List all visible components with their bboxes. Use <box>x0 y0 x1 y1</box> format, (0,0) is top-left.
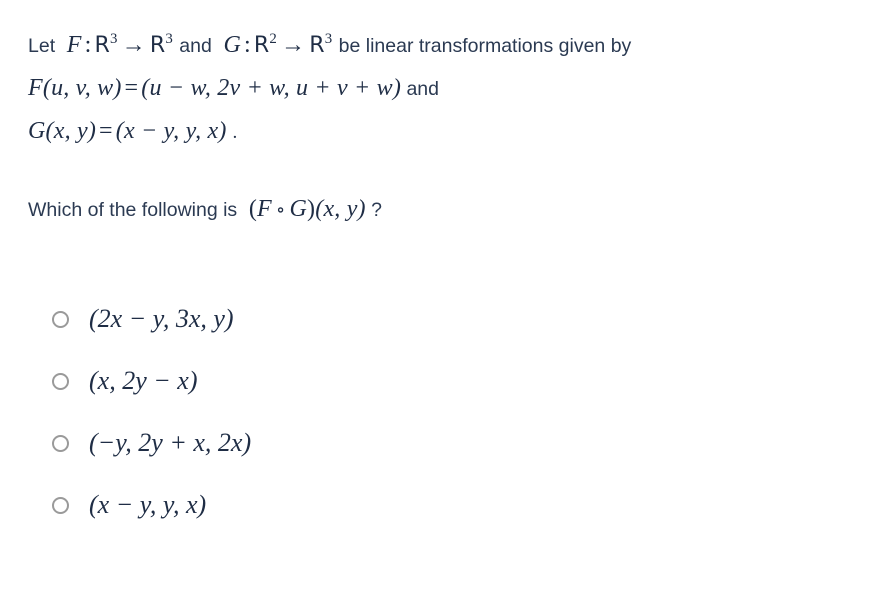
f-arguments: (u, v, w) <box>42 75 122 101</box>
equals-symbol: = <box>124 75 139 101</box>
f-symbol-def: F <box>28 75 43 101</box>
math-g-definition: G(x, y) = (x − y, y, x). <box>28 118 238 144</box>
colon-symbol: : <box>84 32 92 58</box>
radio-button-icon-d[interactable] <box>52 496 69 514</box>
composition-g-symbol: G <box>289 196 308 222</box>
f-output-tuple: (u − w, 2v + w, u + v + w) <box>141 75 402 101</box>
answer-options-list: (2x − y, 3x, y) (x, 2y − x) (−y, 2y + x,… <box>52 288 752 536</box>
stem-line-1: Let F: R3 → R3 and G: R2 → R3 be linear transf… <box>28 25 868 66</box>
problem-statement: Let F: R3 → R3 and G: R2 → R3 be linear transf… <box>28 25 868 153</box>
reals-symbol-g-codomain: R <box>309 33 325 58</box>
composition-ring-icon: ∘ <box>275 200 286 221</box>
stem-lead-word: Let <box>28 35 56 57</box>
math-f-definition: F(u, v, w) = (u − w, 2v + w, u + v + w) <box>28 75 401 101</box>
g-symbol-def: G <box>28 118 46 144</box>
f-codomain-exponent: 3 <box>165 31 174 47</box>
radio-button-icon-c[interactable] <box>52 434 69 452</box>
stem-conjunction: and <box>179 35 212 57</box>
radio-button-icon-a[interactable] <box>52 310 69 328</box>
question-prompt: Which of the following is (F ∘ G)(x, y) ? <box>28 196 382 223</box>
reals-symbol-f-domain: R <box>94 33 111 58</box>
radio-button-icon-b[interactable] <box>52 372 69 390</box>
g-domain-exponent: 2 <box>269 31 278 47</box>
g-output-tuple: (x − y, y, x) <box>115 118 227 144</box>
option-row-b[interactable]: (x, 2y − x) <box>52 350 752 412</box>
composition-f-symbol: F <box>257 196 272 222</box>
sentence-period: . <box>232 122 238 143</box>
option-row-c[interactable]: (−y, 2y + x, 2x) <box>52 412 752 474</box>
question-prefix-text: Which of the following is <box>28 199 238 221</box>
option-label-d[interactable]: (x − y, y, x) <box>89 490 206 520</box>
question-page: Let F: R3 → R3 and G: R2 → R3 be linear transf… <box>0 0 886 591</box>
option-label-a[interactable]: (2x − y, 3x, y) <box>89 304 234 334</box>
math-f-signature: F: R3 → R3 <box>61 32 180 58</box>
equals-symbol-2: = <box>99 118 113 144</box>
math-composition-expression: (F ∘ G)(x, y) <box>248 196 366 222</box>
arrow-icon-2: → <box>281 32 306 58</box>
stem-line-3: G(x, y) = (x − y, y, x). <box>28 111 868 153</box>
g-codomain-exponent: 3 <box>324 31 333 47</box>
stem-line2-trailing-word: and <box>406 78 439 100</box>
reals-symbol-f-codomain: R <box>149 33 166 58</box>
option-row-a[interactable]: (2x − y, 3x, y) <box>52 288 752 350</box>
option-label-c[interactable]: (−y, 2y + x, 2x) <box>89 428 251 458</box>
option-row-d[interactable]: (x − y, y, x) <box>52 474 752 536</box>
f-symbol: F <box>66 32 82 58</box>
math-g-signature: G: R2 → R3 <box>217 32 338 58</box>
composition-variables: (x, y) <box>315 196 366 222</box>
g-symbol: G <box>223 32 241 58</box>
g-arguments: (x, y) <box>45 118 97 144</box>
question-mark: ? <box>371 199 383 221</box>
f-domain-exponent: 3 <box>110 31 118 47</box>
reals-symbol-g-domain: R <box>253 33 270 58</box>
stem-line-2: F(u, v, w) = (u − w, 2v + w, u + v + w) an… <box>28 68 868 109</box>
option-label-b[interactable]: (x, 2y − x) <box>89 366 197 396</box>
colon-symbol-2: : <box>243 32 251 58</box>
stem-tail-text: be linear transformations given by <box>338 35 632 57</box>
arrow-icon: → <box>121 32 146 58</box>
